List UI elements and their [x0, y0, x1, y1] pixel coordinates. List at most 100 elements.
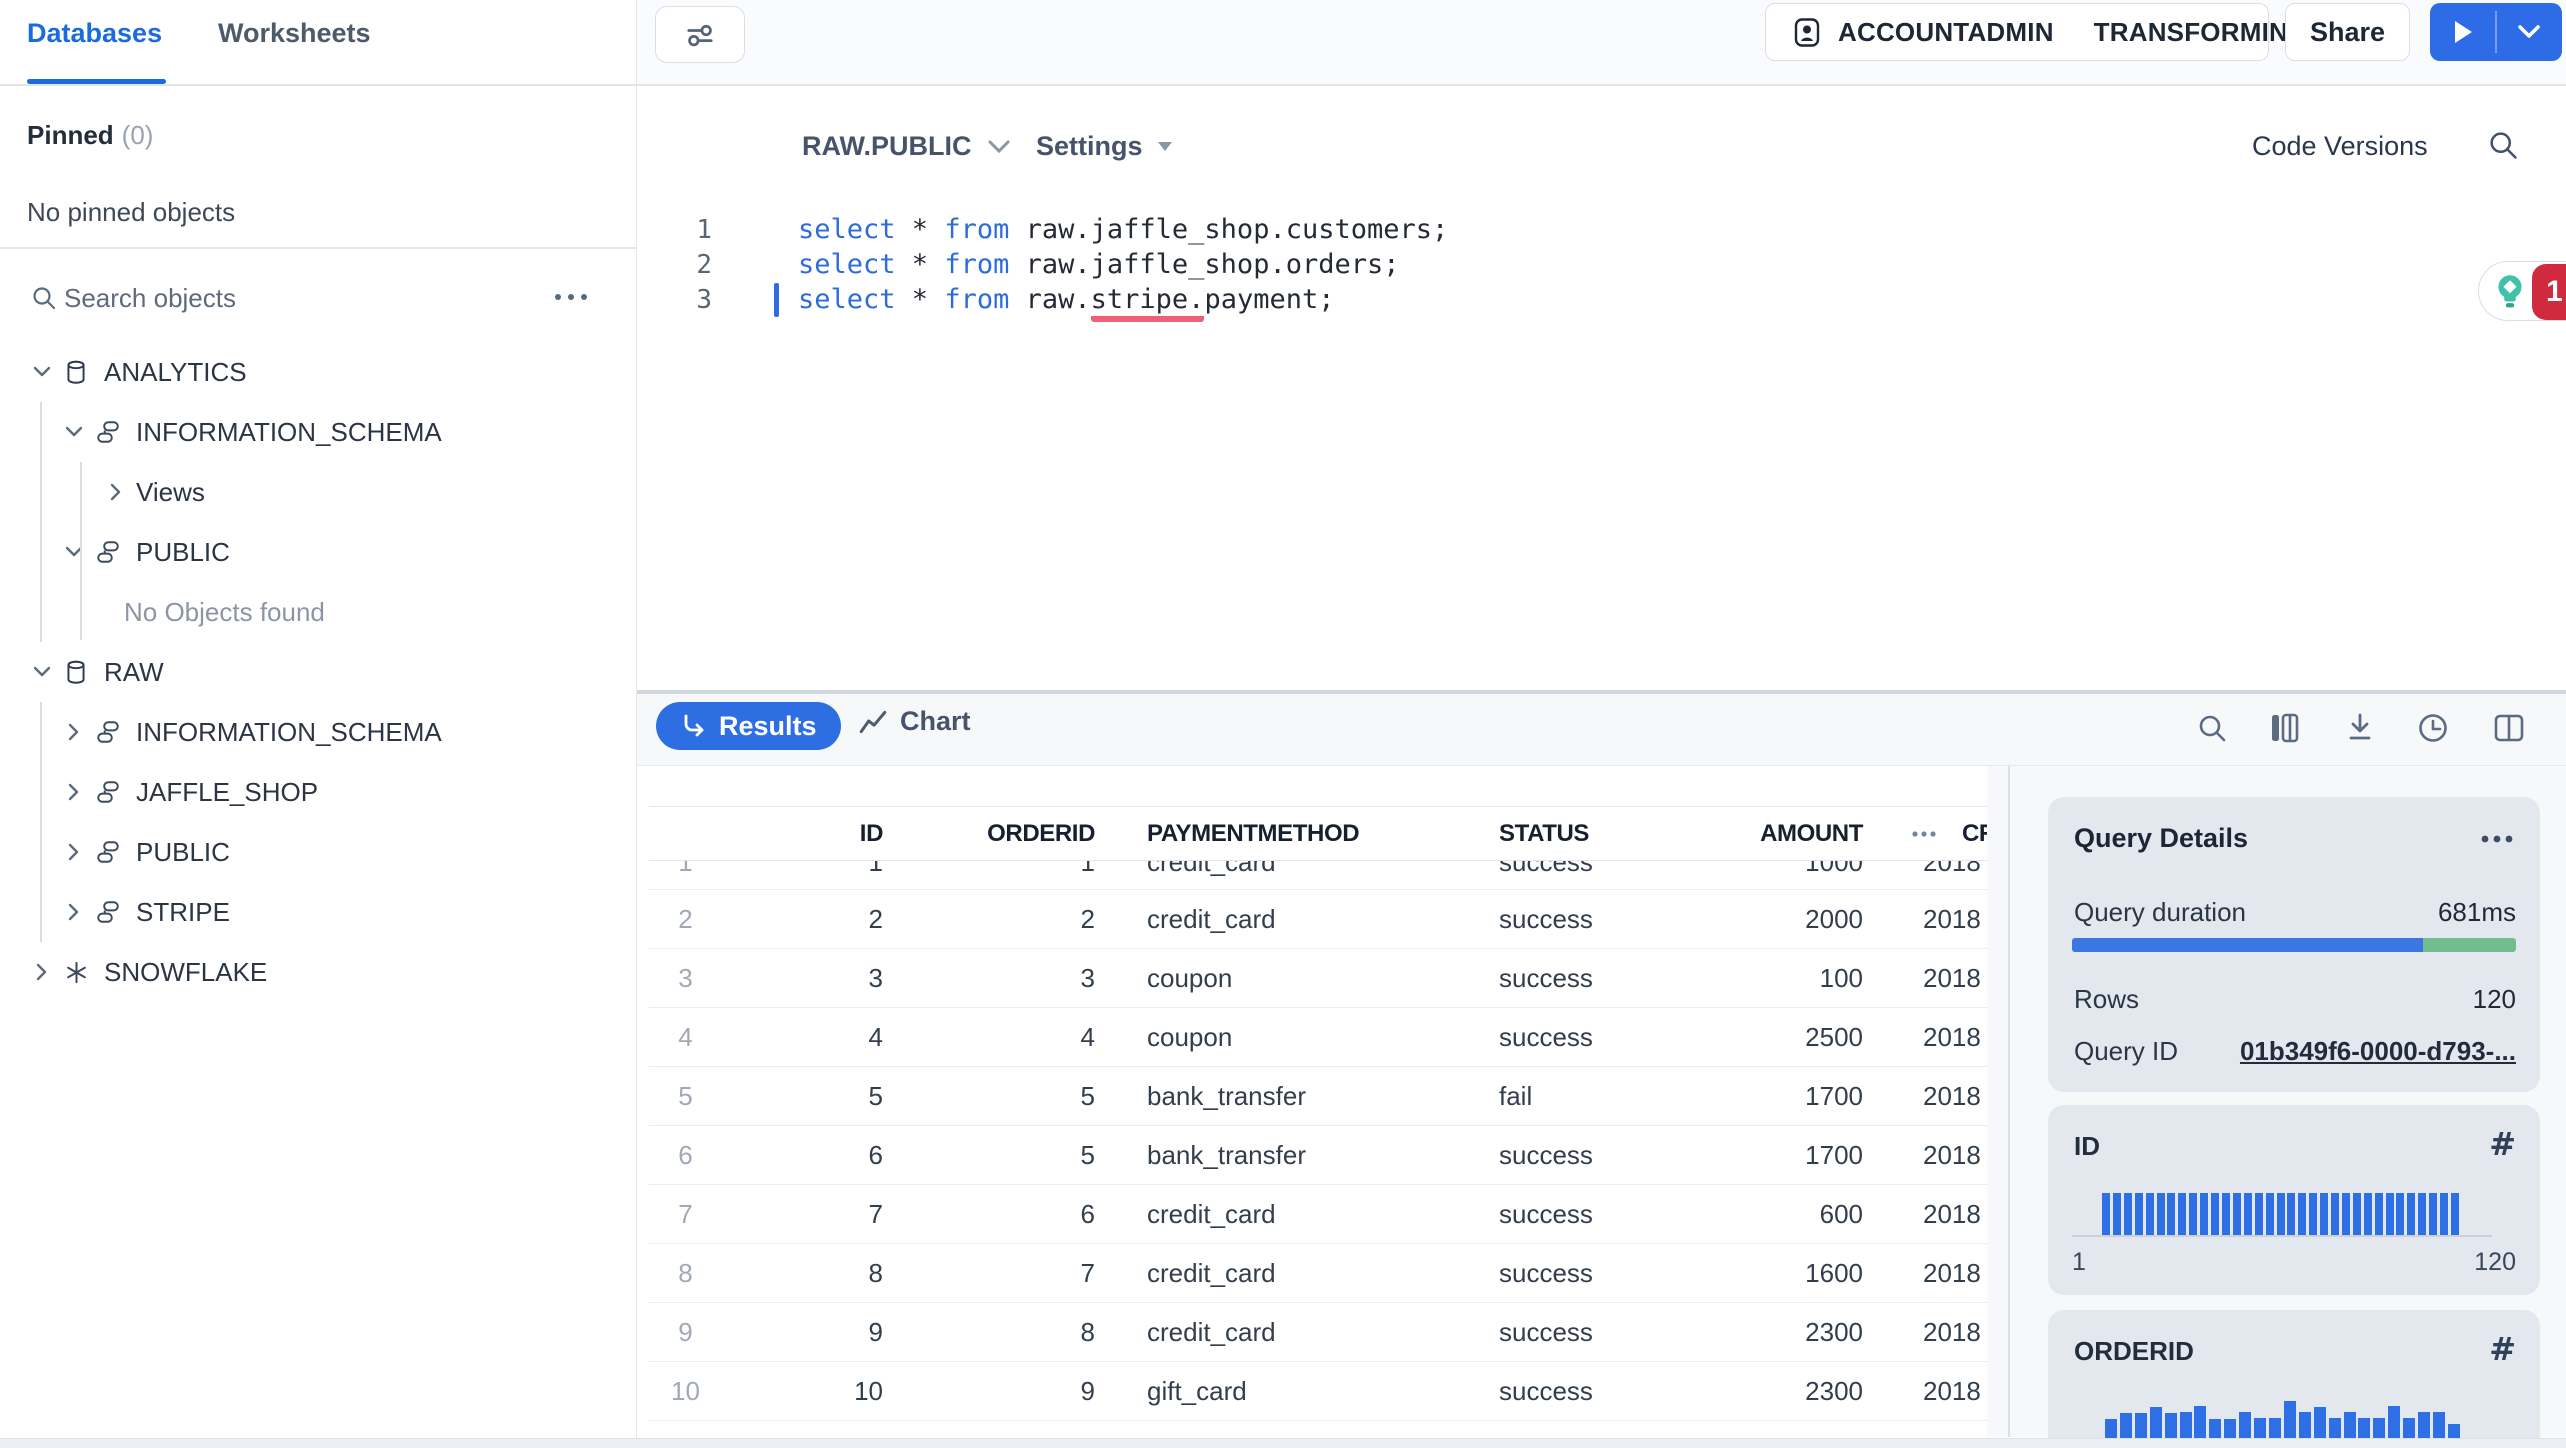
column-stats-card-orderid[interactable]: ORDERID #	[2048, 1310, 2540, 1448]
cell-rownum[interactable]: 6	[649, 1126, 722, 1184]
settings-dropdown[interactable]: Settings	[1036, 131, 1173, 162]
table-row[interactable]: 8 8 7 credit_card success 1600 2018	[649, 1244, 1987, 1303]
cell-rownum[interactable]: 2	[649, 890, 722, 948]
cell-id[interactable]: 10	[722, 1362, 883, 1420]
cell-created[interactable]: 2018	[1923, 861, 1987, 889]
cell-id[interactable]: 7	[722, 1185, 883, 1243]
table-row[interactable]: 9 9 8 credit_card success 2300 2018	[649, 1303, 1987, 1362]
cell-status[interactable]: fail	[1499, 1067, 1659, 1125]
run-options-button[interactable]	[2497, 3, 2562, 61]
error-count-badge[interactable]: 1	[2532, 264, 2566, 320]
download-icon[interactable]	[2342, 710, 2378, 746]
cell-paymentmethod[interactable]: credit_card	[1147, 1244, 1467, 1302]
chevron-down-icon[interactable]	[30, 660, 54, 684]
sidebar-item-views[interactable]: Views	[0, 462, 637, 522]
cell-paymentmethod[interactable]: coupon	[1147, 949, 1467, 1007]
cell-id[interactable]: 4	[722, 1008, 883, 1066]
code-line[interactable]: 1 select * from raw.jaffle_shop.customers…	[637, 212, 1448, 247]
sidebar-item-snowflake[interactable]: SNOWFLAKE	[0, 942, 637, 1002]
column-menu-icon[interactable]	[1911, 830, 1937, 838]
cell-paymentmethod[interactable]: coupon	[1147, 1008, 1467, 1066]
table-row[interactable]: 10 10 9 gift_card success 2300 2018	[649, 1362, 1987, 1421]
cell-status[interactable]: success	[1499, 890, 1659, 948]
cell-rownum[interactable]: 9	[649, 1303, 722, 1361]
cell-rownum[interactable]: 3	[649, 949, 722, 1007]
column-header-status[interactable]: STATUS	[1499, 807, 1659, 861]
cell-amount[interactable]: 1700	[1668, 1067, 1863, 1125]
table-row[interactable]: 2 2 2 credit_card success 2000 2018	[649, 890, 1987, 949]
column-header-paymentmethod[interactable]: PAYMENTMETHOD	[1147, 807, 1467, 861]
cell-status[interactable]: success	[1499, 1244, 1659, 1302]
cell-paymentmethod[interactable]: credit_card	[1147, 1303, 1467, 1361]
query-details-menu-icon[interactable]	[2480, 833, 2514, 845]
cell-amount[interactable]: 2500	[1668, 1008, 1863, 1066]
chevron-right-icon[interactable]	[104, 480, 128, 504]
column-header-orderid[interactable]: ORDERID	[909, 807, 1095, 861]
cell-amount[interactable]: 600	[1668, 1185, 1863, 1243]
cell-created[interactable]: 2018	[1923, 949, 1987, 1007]
context-role-warehouse-button[interactable]: ACCOUNTADMIN TRANSFORMING	[1765, 3, 2308, 61]
cell-status[interactable]: success	[1499, 949, 1659, 1007]
horizontal-scrollbar[interactable]	[0, 1438, 2566, 1448]
cell-id[interactable]: 9	[722, 1303, 883, 1361]
table-row[interactable]: 6 6 5 bank_transfer success 1700 2018	[649, 1126, 1987, 1185]
cell-created[interactable]: 2018	[1923, 1008, 1987, 1066]
sidebar-item-information-schema[interactable]: INFORMATION_SCHEMA	[0, 402, 637, 462]
cell-orderid[interactable]: 8	[909, 1303, 1095, 1361]
tab-databases[interactable]: Databases	[27, 18, 162, 49]
tab-results[interactable]: Results	[656, 702, 841, 750]
code-versions-link[interactable]: Code Versions	[2252, 131, 2428, 162]
cell-created[interactable]: 2018	[1923, 1244, 1987, 1302]
tab-worksheets[interactable]: Worksheets	[218, 18, 371, 49]
table-row[interactable]: 4 4 4 coupon success 2500 2018	[649, 1008, 1987, 1067]
cell-status[interactable]: success	[1499, 1303, 1659, 1361]
table-row[interactable]: 7 7 6 credit_card success 600 2018	[649, 1185, 1987, 1244]
sql-editor[interactable]: 1 select * from raw.jaffle_shop.customers…	[637, 212, 1448, 322]
cell-rownum[interactable]: 4	[649, 1008, 722, 1066]
sidebar-more-icon[interactable]	[552, 290, 590, 304]
cell-created[interactable]: 2018	[1923, 1126, 1987, 1184]
chevron-right-icon[interactable]	[30, 960, 54, 984]
cell-amount[interactable]: 1000	[1668, 861, 1863, 889]
sidebar-item-stripe[interactable]: STRIPE	[0, 882, 637, 942]
table-row[interactable]: 5 5 5 bank_transfer fail 1700 2018	[649, 1067, 1987, 1126]
cell-rownum[interactable]: 8	[649, 1244, 722, 1302]
cell-orderid[interactable]: 9	[909, 1362, 1095, 1420]
columns-icon[interactable]	[2267, 710, 2303, 746]
cell-orderid[interactable]: 6	[909, 1185, 1095, 1243]
cell-created[interactable]: 2018	[1923, 1362, 1987, 1420]
cell-amount[interactable]: 2300	[1668, 1303, 1863, 1361]
cell-status[interactable]: success	[1499, 861, 1659, 889]
cell-status[interactable]: success	[1499, 1362, 1659, 1420]
run-button[interactable]	[2430, 3, 2495, 61]
cell-created[interactable]: 2018	[1923, 1067, 1987, 1125]
column-header-amount[interactable]: AMOUNT	[1668, 807, 1863, 861]
cell-rownum[interactable]: 7	[649, 1185, 722, 1243]
cell-orderid[interactable]: 7	[909, 1244, 1095, 1302]
cell-rownum[interactable]: 10	[649, 1362, 722, 1420]
query-id-link[interactable]: 01b349f6-0000-d793-...	[2240, 1036, 2516, 1067]
cell-rownum[interactable]: 5	[649, 1067, 722, 1125]
split-panel-icon[interactable]	[2491, 710, 2527, 746]
cell-orderid[interactable]: 1	[909, 861, 1095, 889]
cell-amount[interactable]: 100	[1668, 949, 1863, 1007]
chevron-right-icon[interactable]	[62, 900, 86, 924]
cell-status[interactable]: success	[1499, 1185, 1659, 1243]
code-line[interactable]: 3 select * from raw.stripe.payment;	[637, 282, 1448, 322]
cell-paymentmethod[interactable]: credit_card	[1147, 1185, 1467, 1243]
cell-id[interactable]: 3	[722, 949, 883, 1007]
share-button[interactable]: Share	[2285, 3, 2410, 61]
sidebar-item-jaffle-shop[interactable]: JAFFLE_SHOP	[0, 762, 637, 822]
sidebar-item-information-schema[interactable]: INFORMATION_SCHEMA	[0, 702, 637, 762]
search-results-icon[interactable]	[2194, 710, 2230, 746]
cell-created[interactable]: 2018	[1923, 1185, 1987, 1243]
cell-amount[interactable]: 2000	[1668, 890, 1863, 948]
chevron-down-icon[interactable]	[62, 420, 86, 444]
cell-id[interactable]: 1	[722, 861, 883, 889]
cell-id[interactable]: 5	[722, 1067, 883, 1125]
cell-id[interactable]: 6	[722, 1126, 883, 1184]
column-stats-card-id[interactable]: ID # 1 120	[2048, 1105, 2540, 1295]
tab-chart[interactable]: Chart	[858, 706, 971, 737]
code-line[interactable]: 2 select * from raw.jaffle_shop.orders;	[637, 247, 1448, 282]
cell-paymentmethod[interactable]: credit_card	[1147, 861, 1467, 889]
